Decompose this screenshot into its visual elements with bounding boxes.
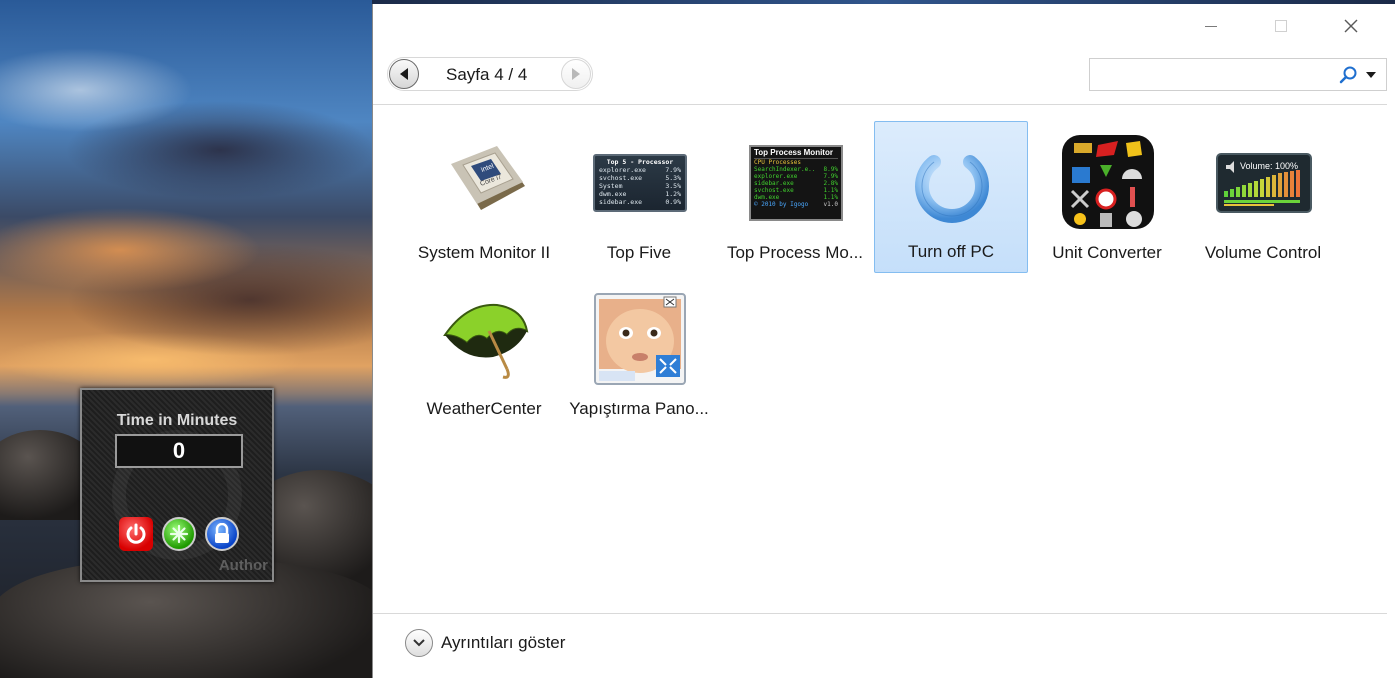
preview-row-value: 5.3% xyxy=(665,174,681,182)
preview-row-value: 1.2% xyxy=(665,190,681,198)
preview-row-name: explorer.exe xyxy=(599,166,646,174)
chevron-down-icon xyxy=(413,639,425,647)
preview-subtitle: CPU Processes xyxy=(754,159,801,166)
close-button[interactable] xyxy=(1333,12,1369,40)
gadget-tile-turn-off-pc[interactable]: Turn off PC xyxy=(874,121,1028,273)
umbrella-icon xyxy=(437,291,533,387)
gadget-tile-system-monitor-ii[interactable]: intel Core i7 System Monitor II xyxy=(407,122,561,274)
top-five-processor-icon: Top 5 - Processor explorer.exe 7.9% svcho… xyxy=(592,135,688,231)
preview-row-name: dwm.exe xyxy=(599,190,627,198)
minutes-counter[interactable]: 0 xyxy=(115,434,243,468)
show-details-toggle[interactable]: Ayrıntıları göster xyxy=(405,628,565,658)
preview-row-name: svchost.exe xyxy=(599,174,643,182)
preview-title: Top Process Monitor xyxy=(754,148,838,159)
tile-label: Unit Converter xyxy=(1052,243,1162,262)
baby-photo-icon xyxy=(592,291,688,387)
search-dropdown-arrow-icon[interactable] xyxy=(1366,72,1376,78)
tile-label: System Monitor II xyxy=(417,243,551,262)
arrow-right-icon xyxy=(572,68,580,80)
preview-row-value: 7.9% xyxy=(665,166,681,174)
preview-version: v1.0 xyxy=(823,201,838,208)
maximize-icon xyxy=(1275,20,1287,32)
maximize-button[interactable] xyxy=(1263,12,1299,40)
preview-row-value: 8.9% xyxy=(823,166,838,173)
preview-row-name: sidebar.exe xyxy=(754,180,794,187)
search-input[interactable] xyxy=(1094,63,1334,88)
power-button-icon xyxy=(904,134,1000,230)
search-box xyxy=(1089,58,1387,91)
preview-volume-text: Volume: 100% xyxy=(1240,161,1298,171)
preview-row-value: 0.9% xyxy=(665,198,681,206)
top-process-monitor-icon: Top Process Monitor CPU Processes Search… xyxy=(748,135,844,231)
gadget-reset-button[interactable] xyxy=(162,517,196,551)
next-page-button[interactable] xyxy=(561,59,591,89)
gadget-tile-yapistirma-pano[interactable]: Yapıştırma Pano... xyxy=(562,278,716,430)
show-details-label: Ayrıntıları göster xyxy=(441,633,566,652)
volume-control-icon: Volume: 100% xyxy=(1216,135,1312,231)
preview-row-name: System xyxy=(599,182,623,190)
tile-label: WeatherCenter xyxy=(426,399,542,418)
preview-title: Top 5 - Processor xyxy=(606,158,674,166)
lock-icon xyxy=(215,523,229,543)
minimize-icon xyxy=(1205,25,1217,27)
show-details-button[interactable] xyxy=(405,629,433,657)
tile-label: Top Process Mo... xyxy=(726,243,864,262)
preview-row-name: svchost.exe xyxy=(754,187,794,194)
cpu-chip-icon: intel Core i7 xyxy=(437,135,533,231)
unit-converter-icon xyxy=(1060,135,1156,231)
gadget-gallery-window: Sayfa 4 / 4 intel Core i7 System Monitor… xyxy=(372,4,1395,678)
minimize-button[interactable] xyxy=(1193,12,1229,40)
preview-row-value: 7.9% xyxy=(823,173,838,180)
preview-row-name: SearchIndexer.e.. xyxy=(754,166,816,173)
preview-row-value: 3.5% xyxy=(665,182,681,190)
page-navigator: Sayfa 4 / 4 xyxy=(387,57,593,91)
search-icon[interactable] xyxy=(1338,65,1358,85)
tile-label: Yapıştırma Pano... xyxy=(569,399,709,418)
gadget-lock-button[interactable] xyxy=(205,517,239,551)
reset-icon xyxy=(169,524,189,544)
gadget-title: Time in Minutes xyxy=(116,412,238,429)
preview-row-name: sidebar.exe xyxy=(599,198,643,206)
page-indicator: Sayfa 4 / 4 xyxy=(446,65,528,84)
gadget-tile-unit-converter[interactable]: Unit Converter xyxy=(1030,122,1184,274)
gadget-tile-top-five[interactable]: Top 5 - Processor explorer.exe 7.9% svcho… xyxy=(562,122,716,274)
gadget-author-label: Author xyxy=(218,557,268,574)
tile-label: Volume Control xyxy=(1204,243,1322,262)
tile-label: Top Five xyxy=(606,243,672,262)
gadget-tile-weathercenter[interactable]: WeatherCenter xyxy=(407,278,561,430)
preview-row-value: 2.8% xyxy=(823,180,838,187)
close-icon xyxy=(1344,19,1358,33)
preview-row-value: 1.1% xyxy=(823,194,838,201)
power-icon xyxy=(126,523,146,544)
gadget-tile-top-process-monitor[interactable]: Top Process Monitor CPU Processes Search… xyxy=(718,122,872,274)
preview-row-name: dwm.exe xyxy=(754,194,780,201)
time-in-minutes-gadget[interactable]: Time in Minutes 0 Author xyxy=(80,388,274,582)
tile-label: Turn off PC xyxy=(908,242,994,261)
toolbar-separator xyxy=(373,104,1387,105)
details-separator xyxy=(373,613,1387,614)
gadget-tile-volume-control[interactable]: Volume: 100% Volume Control xyxy=(1186,122,1340,274)
arrow-left-icon xyxy=(400,68,408,80)
previous-page-button[interactable] xyxy=(389,59,419,89)
preview-row-name: explorer.exe xyxy=(754,173,798,180)
preview-footer: © 2010 by Igogo xyxy=(754,201,809,208)
gadget-power-button[interactable] xyxy=(119,517,153,551)
preview-row-value: 1.1% xyxy=(823,187,838,194)
